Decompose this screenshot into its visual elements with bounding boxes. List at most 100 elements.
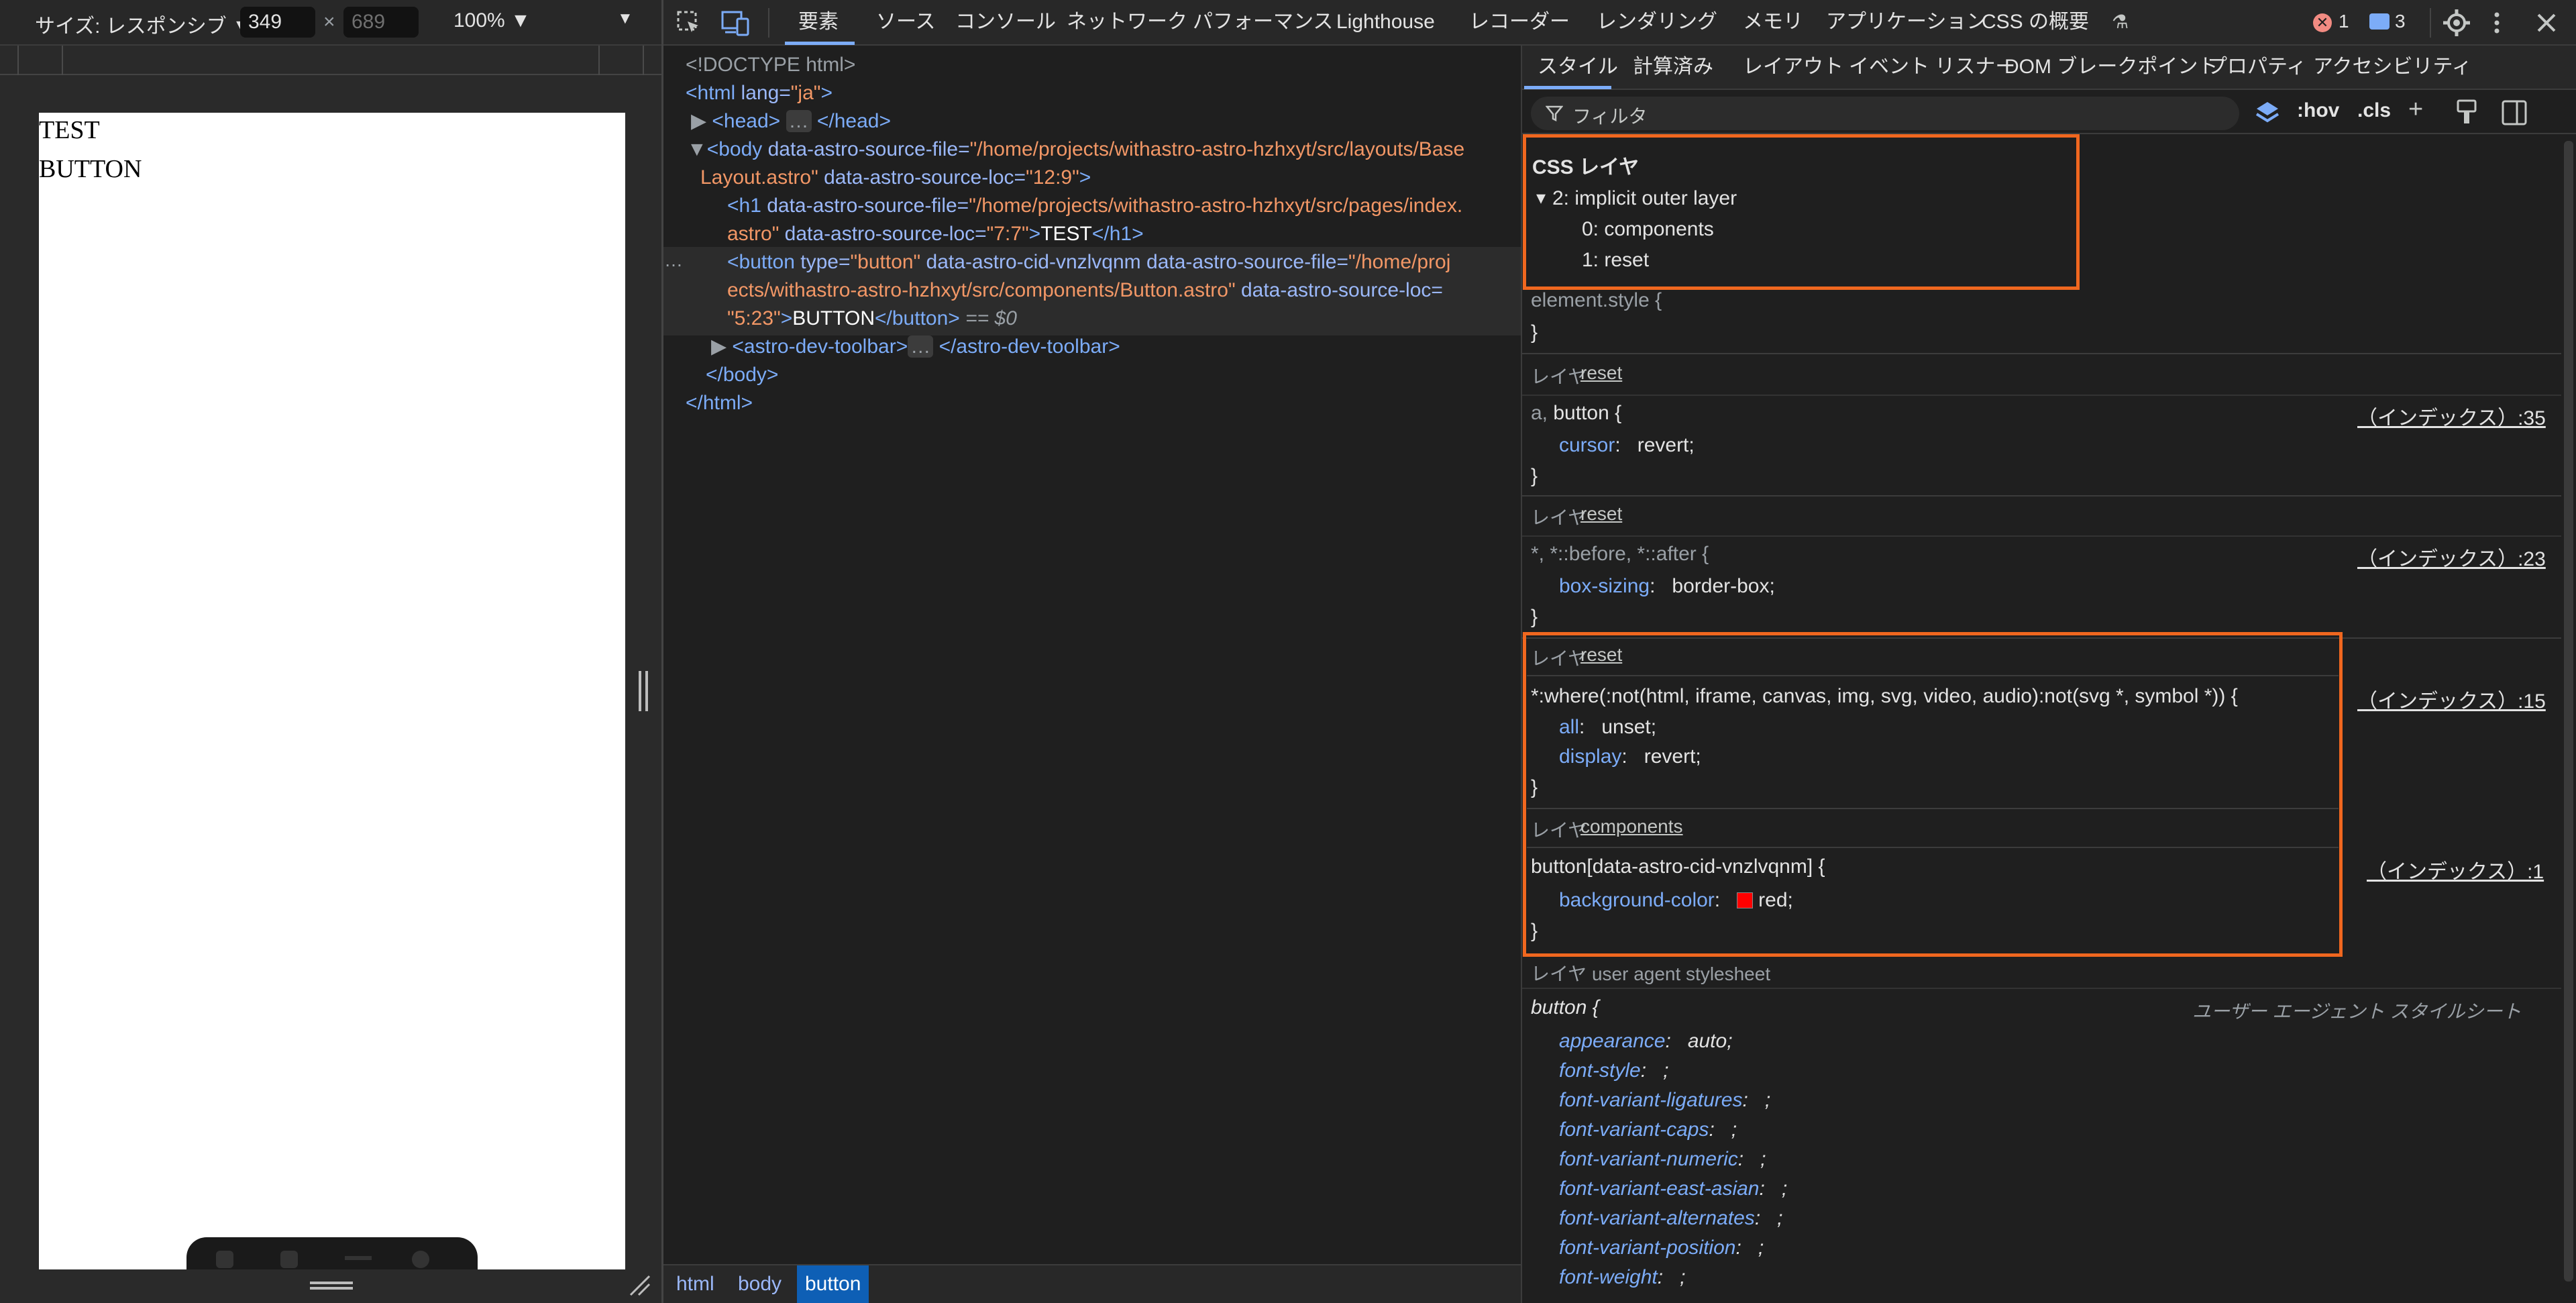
dom-button-row[interactable]: <button type="button" data-astro-cid-vnz… xyxy=(727,248,1450,276)
inspect-element-icon[interactable] xyxy=(676,9,702,36)
page-button[interactable]: BUTTON xyxy=(39,154,142,184)
astro-menu-icon[interactable] xyxy=(216,1251,233,1268)
tab-network[interactable]: ネットワーク xyxy=(1067,0,1187,44)
element-style-selector[interactable]: element.style { xyxy=(1531,286,1662,315)
dom-body-open-cont[interactable]: Layout.astro" data-astro-source-loc="12:… xyxy=(700,164,1091,192)
device-toolbar-icon[interactable] xyxy=(721,9,751,36)
settings-gear-icon[interactable] xyxy=(2442,8,2471,38)
ua-declaration[interactable]: font-style: ; xyxy=(1559,1056,1668,1086)
tab-recorder[interactable]: レコーダー xyxy=(1469,0,1570,44)
breadcrumb-body[interactable]: body xyxy=(730,1265,790,1303)
dom-h1-row-cont[interactable]: astro" data-astro-source-loc="7:7">TEST<… xyxy=(727,220,1144,248)
resize-bottom[interactable] xyxy=(0,1269,663,1303)
rule3-declaration-all[interactable]: all: unset; xyxy=(1559,713,1656,742)
expand-triangle-icon[interactable]: ▶ xyxy=(691,110,712,132)
layer-tree-components[interactable]: 0: components xyxy=(1582,215,1714,244)
ua-declaration[interactable]: font-variant-ligatures: ; xyxy=(1559,1086,1770,1115)
rule2-source-link[interactable]: （インデックス）:23 xyxy=(2357,542,2546,572)
dom-toolbar-row[interactable]: ▶ <astro-dev-toolbar>… </astro-dev-toolb… xyxy=(711,333,1120,361)
tab-lighthouse[interactable]: Lighthouse xyxy=(1336,0,1435,44)
ua-declaration[interactable]: font-variant-alternates: ; xyxy=(1559,1204,1783,1233)
css-layers-toggle-icon[interactable] xyxy=(2254,99,2281,126)
height-input[interactable]: 689 xyxy=(343,7,419,38)
error-icon[interactable]: ✕ xyxy=(2313,13,2332,32)
rule4-selector[interactable]: button[data-astro-cid-vnzlvqnm] { xyxy=(1531,852,1825,882)
ua-selector[interactable]: button { xyxy=(1531,993,1599,1023)
color-swatch-icon[interactable] xyxy=(1737,892,1754,908)
zoom-dropdown[interactable]: 100% ▼ xyxy=(453,9,531,32)
resize-corner-icon[interactable] xyxy=(628,1273,651,1296)
dom-button-row-cont[interactable]: ects/withastro-astro-hzhxyt/src/componen… xyxy=(727,276,1443,305)
layer-tree-root[interactable]: 2: implicit outer layer xyxy=(1552,184,1737,213)
style-filter-input[interactable]: フィルタ xyxy=(1531,97,2239,130)
collapse-triangle-icon[interactable]: ▾ xyxy=(1536,187,1546,209)
message-count[interactable]: 3 xyxy=(2395,11,2406,32)
styles-scrollbar-thumb[interactable] xyxy=(2564,141,2573,1282)
close-devtools-icon[interactable] xyxy=(2533,9,2560,36)
rule4-source-link[interactable]: （インデックス）:1 xyxy=(2367,855,2544,884)
device-more-icon[interactable]: ▼ xyxy=(617,9,633,28)
resize-rail[interactable] xyxy=(625,75,663,1303)
row-actions-icon[interactable]: … xyxy=(664,250,683,271)
ua-declaration[interactable]: font-weight: ; xyxy=(1559,1263,1685,1292)
cls-toggle[interactable]: .cls xyxy=(2357,99,2391,122)
tab-dom-breakpoints[interactable]: DOM ブレークポイント xyxy=(2004,46,2218,89)
new-style-rule-icon[interactable]: + xyxy=(2408,95,2423,124)
rule3-declaration-display[interactable]: display: revert; xyxy=(1559,742,1701,772)
tab-application[interactable]: アプリケーション xyxy=(1826,0,1986,44)
rule4-declaration[interactable]: background-color: red; xyxy=(1559,886,1793,915)
layer-link-reset[interactable]: reset xyxy=(1580,644,1622,666)
paint-brush-icon[interactable] xyxy=(2455,99,2478,126)
breadcrumb-button[interactable]: button xyxy=(797,1265,869,1303)
ua-declaration[interactable]: font-variant-caps: ; xyxy=(1559,1115,1737,1145)
kebab-menu-icon[interactable] xyxy=(2490,9,2504,36)
settings-icon[interactable] xyxy=(412,1251,429,1268)
tab-accessibility[interactable]: アクセシビリティ xyxy=(2313,46,2472,89)
tab-sources[interactable]: ソース xyxy=(876,0,936,44)
tab-event-listeners[interactable]: イベント リスナー xyxy=(1849,46,2015,89)
tab-layout[interactable]: レイアウト xyxy=(1743,46,1843,89)
tab-styles[interactable]: スタイル xyxy=(1538,46,1618,89)
rule2-selector[interactable]: *, *::before, *::after { xyxy=(1531,539,1709,569)
ua-declaration[interactable]: appearance: auto; xyxy=(1559,1027,1733,1056)
expand-triangle-icon[interactable]: ▶ xyxy=(711,335,732,358)
rule3-selector[interactable]: *:where(:not(html, iframe, canvas, img, … xyxy=(1531,682,2238,711)
dom-html-close[interactable]: </html> xyxy=(686,389,753,417)
collapsed-ellipsis[interactable]: … xyxy=(908,335,934,358)
dimensions-dropdown[interactable]: サイズ: レスポンシブ ▼ xyxy=(35,9,252,39)
tab-properties[interactable]: プロパティ xyxy=(2207,46,2306,89)
media-query-ruler[interactable] xyxy=(0,46,663,75)
dom-body-close[interactable]: </body> xyxy=(706,361,778,389)
hov-toggle[interactable]: :hov xyxy=(2297,99,2339,122)
dom-doctype[interactable]: <!DOCTYPE html> xyxy=(686,51,855,79)
ua-declaration[interactable]: font-variant-position: ; xyxy=(1559,1233,1764,1263)
collapse-triangle-icon[interactable]: ▼ xyxy=(687,138,707,160)
tab-computed[interactable]: 計算済み xyxy=(1633,46,1713,89)
inspect-icon[interactable] xyxy=(280,1251,298,1268)
message-icon[interactable] xyxy=(2369,13,2390,30)
tab-css-overview[interactable]: CSS の概要 xyxy=(1982,0,2089,44)
rule1-declaration[interactable]: cursor: revert; xyxy=(1559,431,1695,460)
rule1-selector[interactable]: a, button { xyxy=(1531,399,1621,428)
dom-html-open[interactable]: <html lang="ja"> xyxy=(686,79,833,107)
rule2-declaration[interactable]: box-sizing: border-box; xyxy=(1559,572,1775,601)
tab-memory[interactable]: メモリ xyxy=(1743,0,1803,44)
tab-performance[interactable]: パフォーマンス xyxy=(1193,0,1333,44)
layer-link-reset[interactable]: reset xyxy=(1580,362,1622,384)
breadcrumb-html[interactable]: html xyxy=(668,1265,722,1303)
collapsed-ellipsis[interactable]: … xyxy=(786,110,812,132)
tab-rendering[interactable]: レンダリング xyxy=(1597,0,1717,44)
dom-button-row-cont2[interactable]: "5:23">BUTTON</button> == $0 xyxy=(727,305,1017,333)
layer-tree-reset[interactable]: 1: reset xyxy=(1582,246,1649,275)
rule3-source-link[interactable]: （インデックス）:15 xyxy=(2357,684,2546,714)
tab-elements[interactable]: 要素 xyxy=(798,0,839,44)
ua-declaration[interactable]: font-variant-numeric: ; xyxy=(1559,1145,1766,1174)
layer-link-components[interactable]: components xyxy=(1580,816,1683,837)
error-count[interactable]: 1 xyxy=(2339,11,2349,32)
layer-link-reset[interactable]: reset xyxy=(1580,503,1622,525)
toggle-sidebar-icon[interactable] xyxy=(2501,99,2528,126)
page-viewport[interactable]: TEST BUTTON xyxy=(39,113,625,1278)
tab-console[interactable]: コンソール xyxy=(955,0,1056,44)
dom-body-open[interactable]: ▼<body data-astro-source-file="/home/pro… xyxy=(687,136,1464,164)
dom-h1-row[interactable]: <h1 data-astro-source-file="/home/projec… xyxy=(727,192,1462,220)
